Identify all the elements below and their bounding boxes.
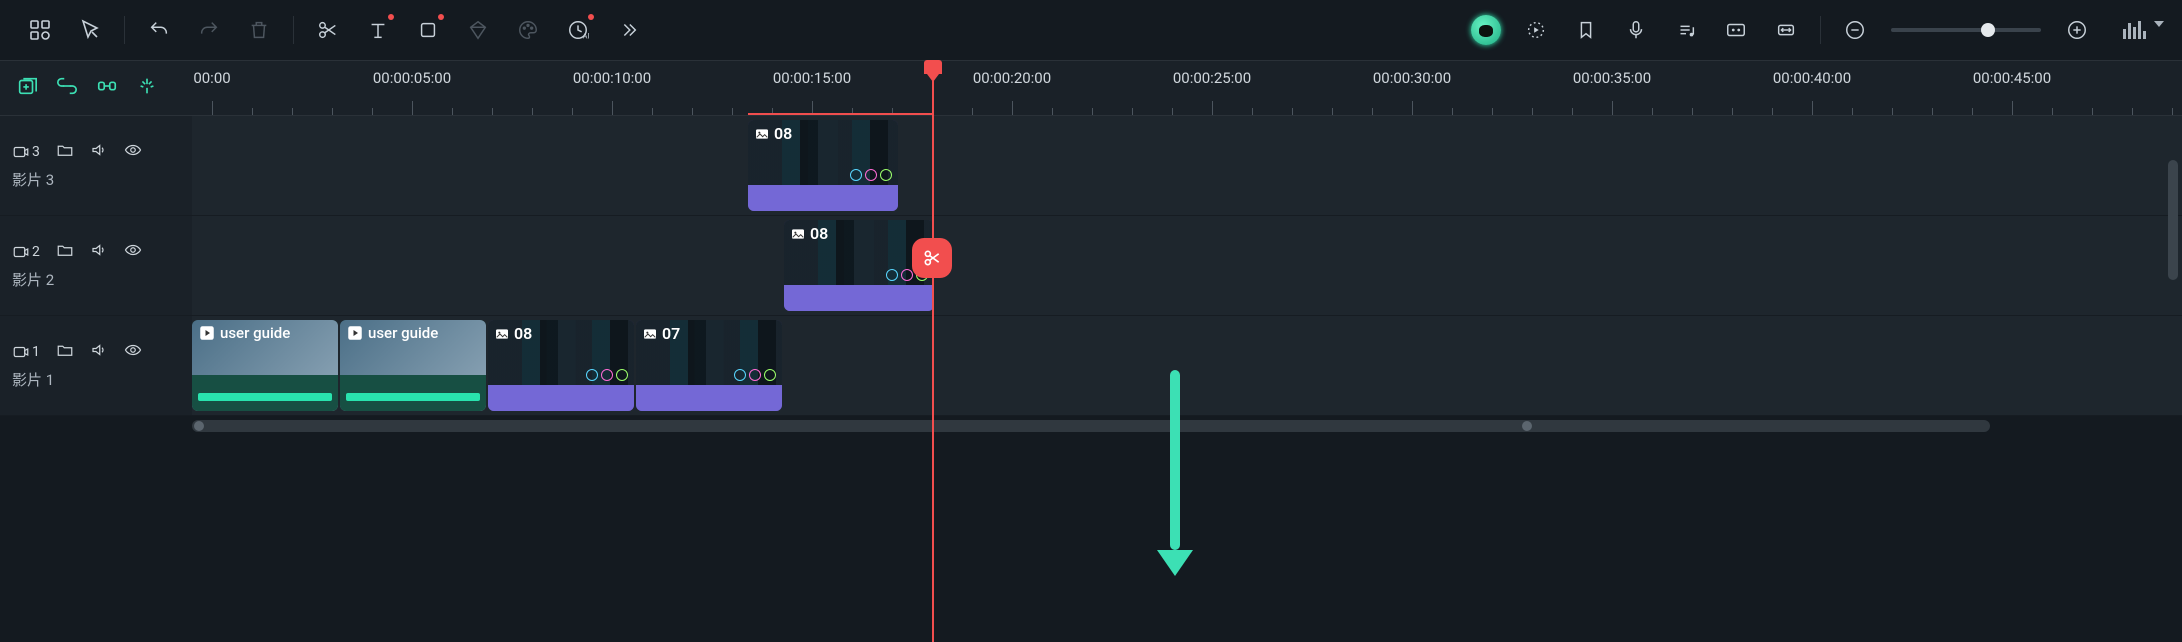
crop-icon[interactable] [406, 8, 450, 52]
ruler-label: 00:00:30:00 [1373, 69, 1451, 87]
playhead-cap[interactable] [924, 60, 942, 74]
ruler-active-range [748, 113, 932, 115]
avatar-icon[interactable] [1464, 8, 1508, 52]
clip[interactable]: user guide [340, 320, 486, 411]
ruler-label: 00:00:05:00 [373, 69, 451, 87]
track-controls: 2 [12, 241, 180, 263]
ai-speed-icon[interactable]: AI [556, 8, 600, 52]
speaker-icon[interactable] [90, 341, 108, 363]
clip-label: user guide [346, 324, 438, 342]
track-header: 2 影片 2 [0, 216, 192, 315]
view-mode[interactable] [2123, 21, 2164, 39]
cursor-icon[interactable] [68, 8, 112, 52]
eye-icon[interactable] [124, 141, 142, 163]
separator [293, 16, 294, 44]
clip-label: 08 [494, 324, 532, 343]
svg-text:AI: AI [583, 31, 590, 40]
track-number: 2 [32, 244, 40, 260]
time-ruler[interactable]: 00:00 00:00:05:00 00:00:10:00 00:00:15:00 00… [192, 61, 2182, 115]
folder-icon[interactable] [56, 341, 74, 363]
eye-icon[interactable] [124, 241, 142, 263]
eye-icon[interactable] [124, 341, 142, 363]
clip[interactable]: 07 [636, 320, 782, 411]
chevron-down-icon[interactable] [2154, 21, 2164, 27]
clip-label: user guide [198, 324, 290, 342]
zoom-slider-knob[interactable] [1981, 23, 1995, 37]
ruler-label: 00:00:25:00 [1173, 69, 1251, 87]
playhead-split-button[interactable] [912, 238, 952, 278]
ripple-icon[interactable] [96, 75, 118, 101]
link-icon[interactable] [56, 75, 78, 101]
bookmark-icon[interactable] [1564, 8, 1608, 52]
ruler-label: 00:00:40:00 [1773, 69, 1851, 87]
text-icon[interactable] [356, 8, 400, 52]
tracks-area: 3 影片 3 08 2 影片 2 08 1 [0, 116, 2182, 416]
track-header: 3 影片 3 [0, 116, 192, 215]
separator [1820, 16, 1821, 44]
music-icon[interactable] [1664, 8, 1708, 52]
clip-label: 08 [754, 124, 792, 143]
clip[interactable]: 08 [488, 320, 634, 411]
redo-icon [187, 8, 231, 52]
more-icon[interactable] [606, 8, 650, 52]
speaker-icon[interactable] [90, 141, 108, 163]
add-media-icon[interactable] [16, 75, 38, 101]
undo-icon[interactable] [137, 8, 181, 52]
mic-icon[interactable] [1614, 8, 1658, 52]
trash-icon [237, 8, 281, 52]
vertical-scrollbar[interactable] [2168, 160, 2178, 280]
track-lane[interactable]: 08 [192, 216, 2182, 315]
track-header: 1 影片 1 [0, 316, 192, 415]
track-controls: 1 [12, 341, 180, 363]
annotation-arrow [1170, 370, 1193, 576]
ruler-label: 00:00:20:00 [973, 69, 1051, 87]
zoom-slider[interactable] [1891, 28, 2041, 32]
scroll-handle-left[interactable] [194, 421, 204, 431]
track: 1 影片 1 user guide user guide 08 07 [0, 316, 2182, 416]
clip[interactable]: 08 [748, 120, 898, 211]
folder-icon[interactable] [56, 241, 74, 263]
speaker-icon[interactable] [90, 241, 108, 263]
playhead[interactable] [932, 60, 934, 642]
apps-icon[interactable] [18, 8, 62, 52]
track: 2 影片 2 08 [0, 216, 2182, 316]
track-number: 1 [32, 344, 40, 360]
zoom-in-icon[interactable] [2055, 8, 2099, 52]
separator [124, 16, 125, 44]
track-name: 影片 1 [12, 369, 180, 390]
zoom-out-icon[interactable] [1833, 8, 1877, 52]
track-number: 3 [32, 144, 40, 160]
timeline-header: 00:00 00:00:05:00 00:00:10:00 00:00:15:00 00… [0, 60, 2182, 116]
horizontal-scrollbar[interactable] [0, 416, 2182, 436]
magnetic-icon[interactable] [136, 75, 158, 101]
fit-width-icon[interactable] [1764, 8, 1808, 52]
clip-label: 08 [790, 224, 828, 243]
ruler-label: 00:00 [193, 69, 230, 87]
timeline-modes [0, 61, 192, 115]
ruler-label: 00:00:10:00 [573, 69, 651, 87]
track-name: 影片 2 [12, 269, 180, 290]
track-controls: 3 [12, 141, 180, 163]
track-type-icon[interactable]: 3 [12, 143, 40, 161]
track-type-icon[interactable]: 2 [12, 243, 40, 261]
sparkle-play-icon[interactable] [1514, 8, 1558, 52]
gem-icon [456, 8, 500, 52]
toolbar: AI [0, 0, 2182, 60]
subtitle-icon[interactable] [1714, 8, 1758, 52]
ruler-label: 00:00:35:00 [1573, 69, 1651, 87]
ruler-label: 00:00:45:00 [1973, 69, 2051, 87]
track-type-icon[interactable]: 1 [12, 343, 40, 361]
track: 3 影片 3 08 [0, 116, 2182, 216]
ruler-label: 00:00:15:00 [773, 69, 851, 87]
track-lane[interactable]: 08 [192, 116, 2182, 215]
palette-icon [506, 8, 550, 52]
folder-icon[interactable] [56, 141, 74, 163]
clip-label: 07 [642, 324, 680, 343]
scissors-icon[interactable] [306, 8, 350, 52]
track-name: 影片 3 [12, 169, 180, 190]
clip[interactable]: user guide [192, 320, 338, 411]
scroll-handle-right[interactable] [1522, 421, 1532, 431]
